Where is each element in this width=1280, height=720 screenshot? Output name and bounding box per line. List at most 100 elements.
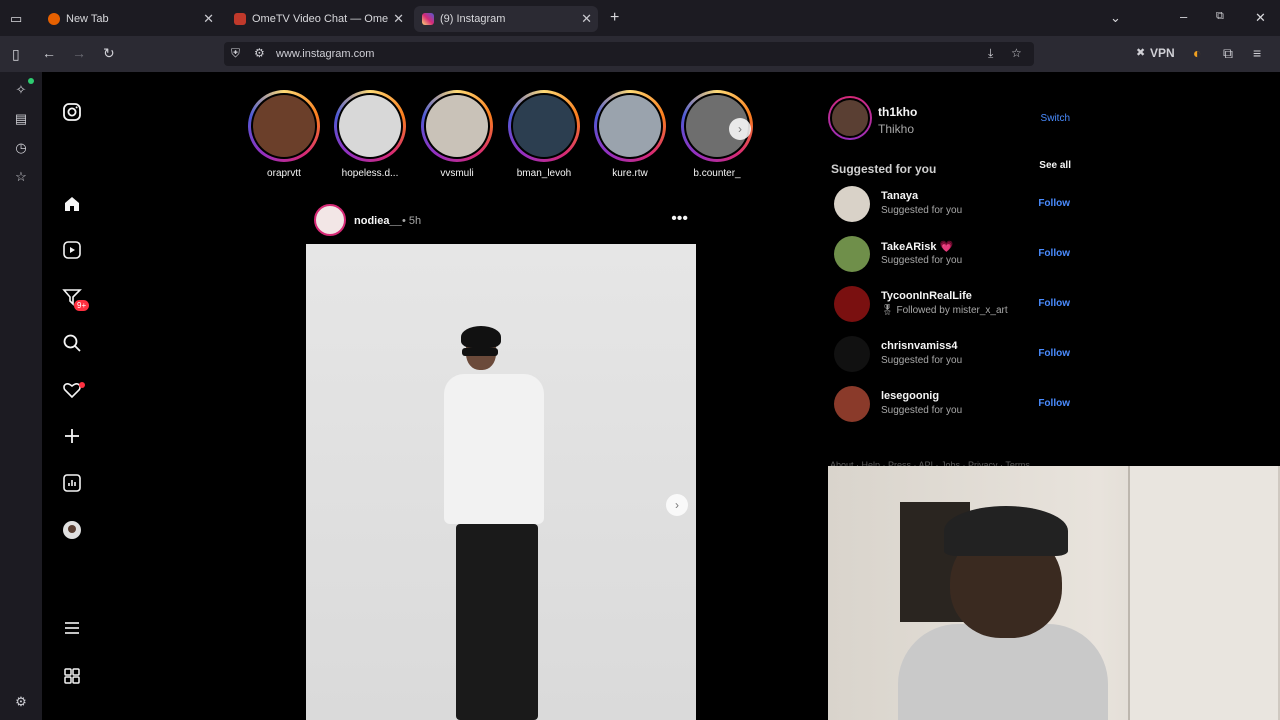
shield-icon[interactable]: ⛨ bbox=[231, 46, 240, 61]
suggestion-reason: Suggested for you bbox=[881, 255, 963, 266]
story-avatar bbox=[426, 95, 488, 157]
browser-nav-bar: ▯ ← → ↻ ⛨ ⚙ www.instagram.com ⤓ ☆ ✖ VPN … bbox=[0, 36, 1280, 72]
tab-label: OmeTV Video Chat — Omegle bbox=[252, 13, 388, 25]
site-permissions-icon[interactable]: ⚙ bbox=[254, 46, 265, 60]
create-plus-icon[interactable] bbox=[60, 426, 84, 450]
also-from-meta-icon[interactable] bbox=[60, 666, 84, 690]
follow-button[interactable]: Follow bbox=[1038, 398, 1070, 409]
profile-avatar[interactable] bbox=[60, 520, 84, 544]
story-username: b.counter_ bbox=[693, 168, 741, 179]
webcam-person-body bbox=[898, 624, 1108, 720]
close-tab-icon[interactable]: ✕ bbox=[203, 11, 214, 27]
story-username: vvsmuli bbox=[440, 168, 474, 179]
follow-button[interactable]: Follow bbox=[1038, 298, 1070, 309]
extension-icon[interactable]: ◐ bbox=[1193, 45, 1201, 61]
follow-button[interactable]: Follow bbox=[1038, 198, 1070, 209]
vpn-status-icon[interactable]: ✖ bbox=[1136, 46, 1145, 59]
tab-ometv[interactable]: OmeTV Video Chat — Omegle ✕ bbox=[226, 6, 410, 32]
post-timestamp: • 5h bbox=[402, 215, 422, 227]
tab-label: (9) Instagram bbox=[440, 13, 506, 25]
save-to-pocket-icon[interactable]: ⤓ bbox=[988, 46, 993, 61]
instagram-logo-icon[interactable] bbox=[60, 102, 84, 126]
stories-next-arrow-icon[interactable]: › bbox=[729, 118, 751, 140]
story-item[interactable]: hopeless.d... bbox=[330, 90, 410, 179]
close-tab-icon[interactable]: ✕ bbox=[581, 11, 592, 27]
customize-gear-icon[interactable]: ⚙ bbox=[12, 694, 30, 710]
suggestion-username[interactable]: TakeARisk 💗 bbox=[881, 240, 953, 253]
extensions-puzzle-icon[interactable]: ⧉ bbox=[1223, 45, 1233, 62]
bookmarks-star-icon[interactable]: ☆ bbox=[12, 169, 30, 185]
suggestion-username[interactable]: TycoonInRealLife bbox=[881, 290, 972, 302]
tab-new-tab[interactable]: New Tab ✕ bbox=[40, 6, 220, 32]
current-account-avatar[interactable] bbox=[828, 96, 872, 140]
suggestion-reason: Suggested for you bbox=[881, 405, 963, 416]
suggestion-reason: Suggested for you bbox=[881, 355, 963, 366]
story-item[interactable]: oraprvtt bbox=[244, 90, 324, 179]
suggestion-row: chrisnvamiss4 Suggested for you Follow bbox=[834, 336, 1074, 376]
story-avatar bbox=[513, 95, 575, 157]
reload-icon[interactable]: ↻ bbox=[103, 45, 115, 62]
suggestion-avatar[interactable] bbox=[834, 236, 870, 272]
close-tab-icon[interactable]: ✕ bbox=[393, 11, 404, 27]
history-clock-icon[interactable]: ◷ bbox=[12, 140, 30, 156]
suggestion-username[interactable]: chrisnvamiss4 bbox=[881, 340, 957, 352]
search-icon[interactable] bbox=[60, 333, 84, 357]
suggestion-row: lesegoonig Suggested for you Follow bbox=[834, 386, 1074, 426]
suggestion-username[interactable]: Tanaya bbox=[881, 190, 918, 202]
suggestion-avatar[interactable] bbox=[834, 286, 870, 322]
vpn-label[interactable]: VPN bbox=[1150, 46, 1175, 60]
suggestion-avatar[interactable] bbox=[834, 386, 870, 422]
minimize-window-icon[interactable]: – bbox=[1180, 9, 1187, 24]
suggestion-row: TakeARisk 💗 Suggested for you Follow bbox=[834, 236, 1074, 276]
post-author-avatar[interactable] bbox=[314, 204, 346, 236]
story-username: oraprvtt bbox=[267, 168, 301, 179]
address-bar[interactable]: ⛨ ⚙ www.instagram.com ⤓ ☆ bbox=[224, 42, 1034, 66]
story-username: kure.rtw bbox=[612, 168, 648, 179]
sync-tabs-icon[interactable]: ▤ bbox=[12, 111, 30, 127]
bookmark-star-icon[interactable]: ☆ bbox=[1011, 46, 1022, 60]
story-username: bman_levoh bbox=[516, 168, 572, 179]
suggestion-row: TycoonInRealLife 🎖 Followed by mister_x_… bbox=[834, 286, 1074, 326]
dashboard-icon[interactable] bbox=[60, 473, 84, 497]
follow-button[interactable]: Follow bbox=[1038, 248, 1070, 259]
switch-account-button[interactable]: Switch bbox=[1041, 113, 1070, 124]
suggested-header: Suggested for you See all bbox=[831, 160, 1071, 178]
suggestion-reason: 🎖 Followed by mister_x_art bbox=[881, 305, 1008, 316]
suggestion-avatar[interactable] bbox=[834, 186, 870, 222]
current-account-fullname: Thikho bbox=[878, 122, 915, 136]
suggested-title: Suggested for you bbox=[831, 162, 937, 176]
reels-icon[interactable] bbox=[60, 240, 84, 264]
story-item[interactable]: vvsmuli bbox=[417, 90, 497, 179]
tab-list-icon[interactable]: ▭ bbox=[10, 11, 22, 27]
see-all-link[interactable]: See all bbox=[1039, 160, 1071, 171]
story-avatar bbox=[339, 95, 401, 157]
current-account-username[interactable]: th1kho bbox=[878, 105, 917, 119]
post-image[interactable] bbox=[306, 244, 696, 720]
person-figure-sunglasses bbox=[462, 348, 498, 356]
post-author-username[interactable]: nodiea__ bbox=[354, 215, 402, 227]
more-menu-icon[interactable] bbox=[60, 618, 84, 642]
tab-instagram[interactable]: (9) Instagram ✕ bbox=[414, 6, 598, 32]
firefox-favicon-icon bbox=[48, 13, 60, 25]
person-figure-pants bbox=[456, 524, 538, 720]
story-item[interactable]: kure.rtw bbox=[590, 90, 670, 179]
restore-window-icon[interactable]: ⧉ bbox=[1216, 10, 1224, 23]
home-icon[interactable] bbox=[60, 194, 84, 218]
sidebar-toggle-icon[interactable]: ▯ bbox=[12, 46, 20, 63]
back-arrow-icon[interactable]: ← bbox=[42, 45, 56, 61]
ometv-favicon-icon bbox=[234, 13, 246, 25]
story-avatar bbox=[599, 95, 661, 157]
tab-overflow-chevron-icon[interactable]: ⌄ bbox=[1110, 10, 1121, 26]
carousel-next-arrow-icon[interactable]: › bbox=[666, 494, 688, 516]
suggestion-avatar[interactable] bbox=[834, 336, 870, 372]
forward-arrow-icon[interactable]: → bbox=[72, 45, 86, 61]
post-more-options-icon[interactable]: ••• bbox=[671, 210, 688, 228]
close-window-icon[interactable]: ✕ bbox=[1255, 10, 1266, 26]
follow-button[interactable]: Follow bbox=[1038, 348, 1070, 359]
ai-sparkle-icon[interactable]: ✧ bbox=[12, 82, 30, 98]
suggestion-username[interactable]: lesegoonig bbox=[881, 390, 939, 402]
new-tab-plus-icon[interactable]: + bbox=[610, 9, 619, 27]
menu-hamburger-icon[interactable]: ≡ bbox=[1253, 45, 1261, 61]
story-item[interactable]: bman_levoh bbox=[504, 90, 584, 179]
webcam-overlay bbox=[828, 466, 1280, 720]
